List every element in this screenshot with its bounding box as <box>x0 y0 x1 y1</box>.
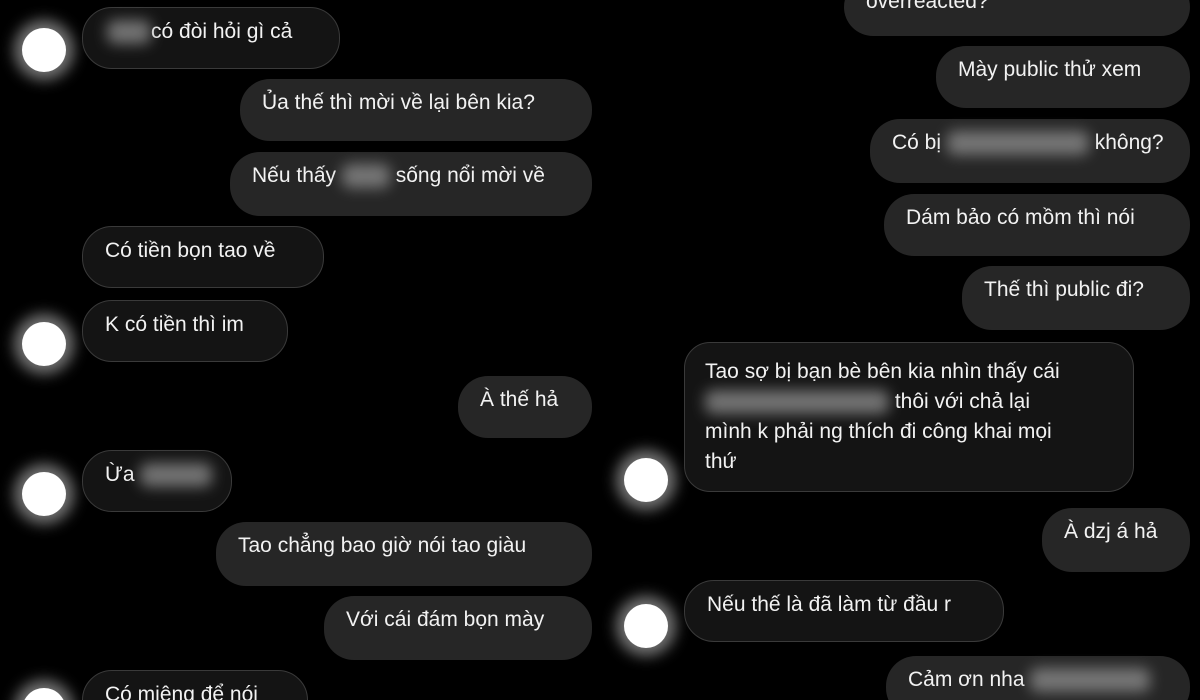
message-text: thôi với chả lại <box>894 390 1031 413</box>
message-line: Tao sợ bị bạn bè bên kia nhìn thấy cái <box>705 360 1060 383</box>
redacted-text <box>341 164 390 189</box>
message-text: Mày public thử xem <box>958 58 1142 81</box>
message-bubble-outgoing[interactable]: Thế thì public đi? <box>962 266 1190 330</box>
message-line: mình k phải ng thích đi công khai mọi <box>705 420 1052 443</box>
message-text: có đòi hỏi gì cả <box>151 20 293 43</box>
message-text: không? <box>1094 131 1164 154</box>
message-text: Ừa <box>105 463 135 486</box>
message-bubble-incoming[interactable]: Có miệng để nói <box>82 670 308 700</box>
message-text: À thế hả <box>480 388 559 411</box>
message-text: Tao chẳng bao giờ nói tao giàu <box>238 534 527 557</box>
redacted-text <box>1030 668 1151 693</box>
message-text: overreacted? <box>866 0 989 13</box>
message-text: Có miệng để nói <box>105 683 258 700</box>
message-bubble-outgoing[interactable]: À thế hả <box>458 376 592 438</box>
message-bubble-outgoing[interactable]: Dám bảo có mồm thì nói <box>884 194 1190 256</box>
message-bubble-outgoing[interactable]: Ủa thế thì mời về lại bên kia? <box>240 79 592 141</box>
message-text: Nếu thấy <box>252 164 337 187</box>
message-text: Có tiền bọn tao về <box>105 239 276 262</box>
message-text: sống nổi mời về <box>395 164 545 187</box>
message-bubble-outgoing[interactable]: Cảm ơn nha <box>886 656 1190 700</box>
message-text: Thế thì public đi? <box>984 278 1144 301</box>
redacted-text <box>140 463 213 488</box>
right-chat-panel: overreacted? Mày public thử xem Có bị kh… <box>600 0 1200 700</box>
message-bubble-outgoing[interactable]: Nếu thấy sống nổi mời về <box>230 152 592 216</box>
message-bubble-incoming[interactable]: Có tiền bọn tao về <box>82 226 324 288</box>
message-bubble-outgoing[interactable]: overreacted? <box>844 0 1190 36</box>
contact-avatar[interactable] <box>22 472 66 516</box>
message-bubble-outgoing[interactable]: Với cái đám bọn mày <box>324 596 592 660</box>
message-line-with-redaction: thôi với chả lại <box>705 387 1113 417</box>
redacted-text <box>705 390 889 415</box>
message-bubble-outgoing[interactable]: Mày public thử xem <box>936 46 1190 108</box>
message-text: À dzj á hả <box>1064 520 1158 543</box>
message-bubble-incoming[interactable]: có đòi hỏi gì cả <box>82 7 340 69</box>
message-bubble-incoming[interactable]: Nếu thế là đã làm từ đầu r <box>684 580 1004 642</box>
redacted-text <box>946 131 1089 156</box>
message-text: Nếu thế là đã làm từ đầu r <box>707 593 952 616</box>
message-bubble-outgoing[interactable]: Có bị không? <box>870 119 1190 183</box>
message-bubble-incoming-multiline[interactable]: Tao sợ bị bạn bè bên kia nhìn thấy cái t… <box>684 342 1134 492</box>
message-text: Cảm ơn nha <box>908 668 1025 691</box>
message-bubble-incoming[interactable]: K có tiền thì im <box>82 300 288 362</box>
message-text: K có tiền thì im <box>105 313 244 336</box>
message-line: thứ <box>705 450 737 473</box>
contact-avatar[interactable] <box>22 322 66 366</box>
message-text: Dám bảo có mồm thì nói <box>906 206 1135 229</box>
message-bubble-outgoing[interactable]: Tao chẳng bao giờ nói tao giàu <box>216 522 592 586</box>
contact-avatar[interactable] <box>624 604 668 648</box>
message-text: Với cái đám bọn mày <box>346 608 545 631</box>
message-text: Ủa thế thì mời về lại bên kia? <box>262 91 535 114</box>
message-text: Có bị <box>892 131 942 154</box>
message-bubble-incoming[interactable]: Ừa <box>82 450 232 512</box>
contact-avatar[interactable] <box>22 688 66 700</box>
contact-avatar[interactable] <box>22 28 66 72</box>
left-chat-panel: có đòi hỏi gì cả Ủa thế thì mời về lại b… <box>0 0 600 700</box>
redacted-text <box>107 20 151 45</box>
message-bubble-outgoing[interactable]: À dzj á hả <box>1042 508 1190 572</box>
contact-avatar[interactable] <box>624 458 668 502</box>
